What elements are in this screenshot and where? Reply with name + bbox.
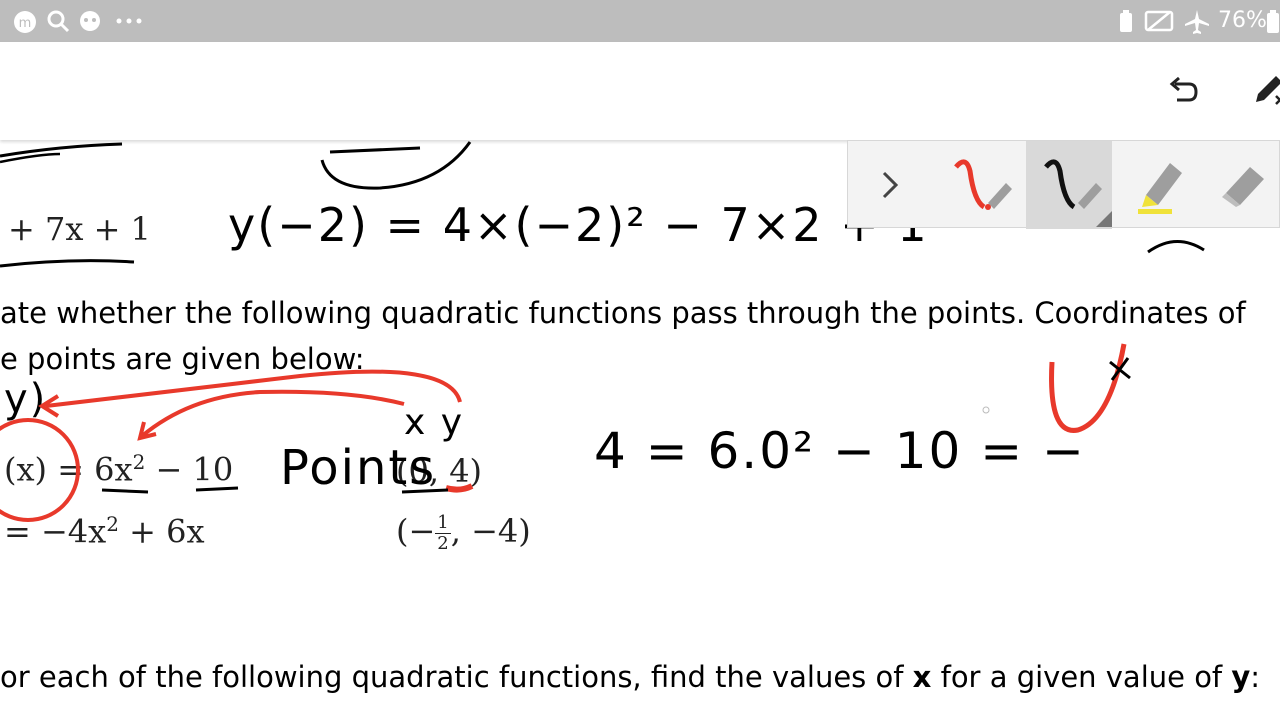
app-toolbar — [0, 42, 1280, 140]
m-app-icon: m — [14, 11, 36, 33]
status-bar: m 76% — [0, 0, 1280, 42]
svg-text:m: m — [19, 16, 32, 31]
cast-icon — [1144, 10, 1174, 32]
black-pen-icon — [1044, 159, 1112, 227]
eraser-icon — [1222, 167, 1264, 207]
bug-icon — [80, 11, 100, 31]
undo-icon[interactable] — [1163, 70, 1203, 110]
pen-edit-icon[interactable] — [1250, 70, 1280, 110]
airplane-icon — [1185, 10, 1209, 34]
search-icon — [47, 10, 70, 33]
red-pen-tool[interactable] — [936, 141, 1022, 229]
battery-percent: 76% — [1218, 8, 1267, 33]
highlighter-icon — [1138, 163, 1182, 214]
more-icon — [116, 18, 142, 24]
black-pen-tool[interactable] — [1026, 141, 1112, 229]
expand-chevron-icon — [882, 171, 899, 199]
pen-palette — [847, 140, 1280, 229]
eraser-tool[interactable] — [1204, 141, 1280, 229]
red-pen-icon — [954, 159, 1012, 210]
battery-icon — [1267, 10, 1279, 33]
palette-expand-button[interactable] — [848, 141, 934, 229]
battery-saver-icon — [1120, 10, 1132, 32]
highlighter-tool[interactable] — [1116, 141, 1202, 229]
